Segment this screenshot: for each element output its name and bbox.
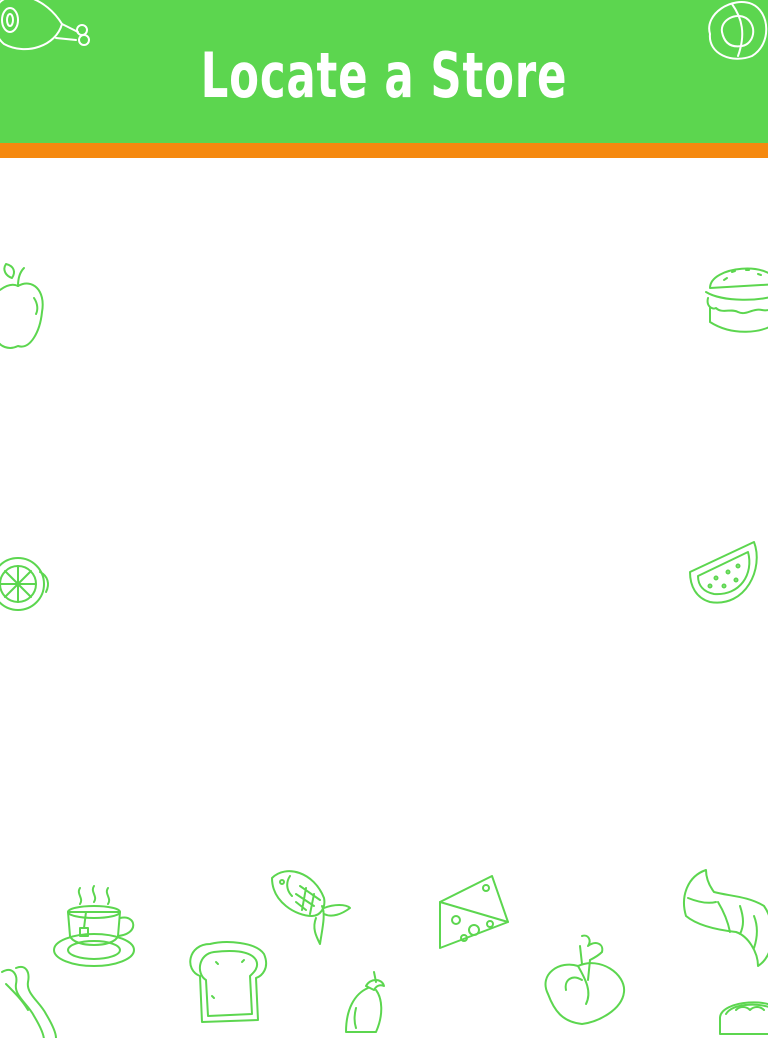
lemon-icon xyxy=(0,554,54,616)
watermelon-icon xyxy=(686,538,762,606)
page-title: Locate a Store xyxy=(200,39,568,112)
chicken-leg-icon xyxy=(538,930,630,1025)
bread-icon xyxy=(186,940,272,1030)
fish-icon xyxy=(266,866,356,950)
accent-stripe xyxy=(0,143,768,158)
page-header: Locate a Store xyxy=(0,0,768,143)
croissant-icon xyxy=(678,866,768,976)
eggplant-icon xyxy=(340,968,390,1038)
apple-icon xyxy=(0,262,48,352)
ham-icon xyxy=(0,0,96,58)
tea-cup-icon xyxy=(50,884,142,974)
sushi-icon xyxy=(716,994,768,1035)
cheese-icon xyxy=(436,872,514,952)
burger-icon xyxy=(702,256,768,336)
pretzel-icon xyxy=(702,0,768,64)
